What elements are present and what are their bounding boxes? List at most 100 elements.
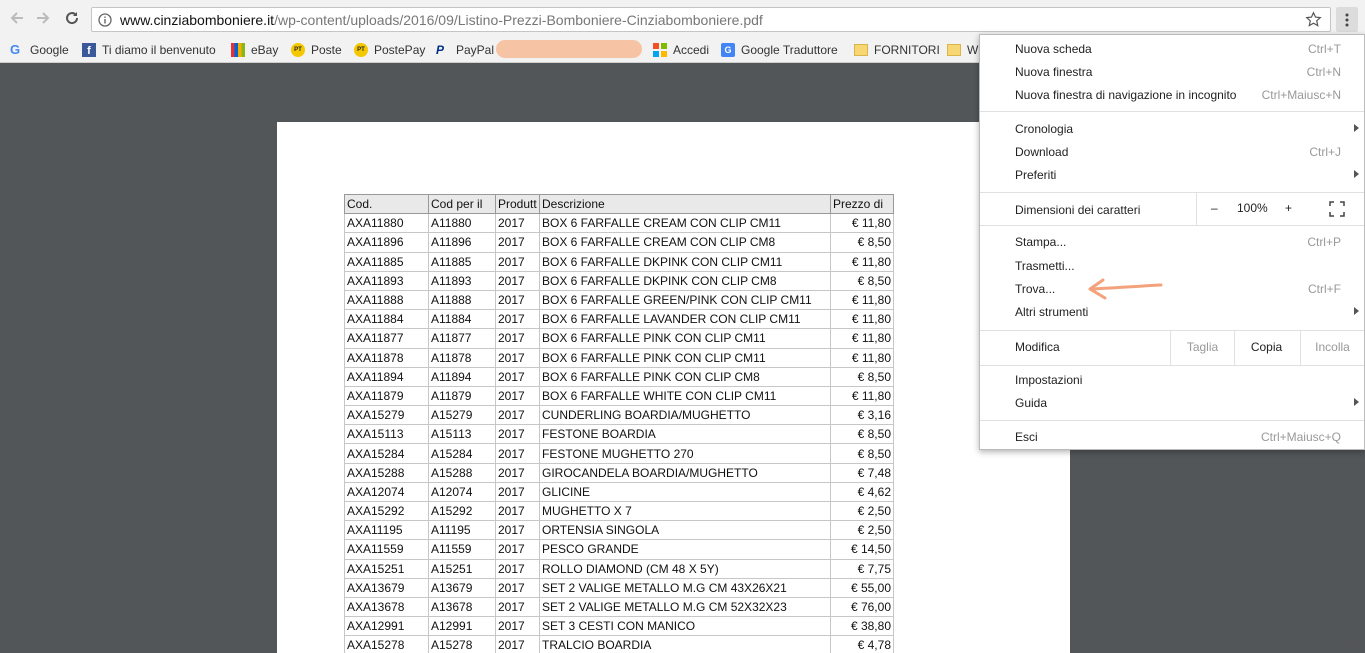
cell-descrizione: SET 2 VALIGE METALLO M.G CM 52X32X23 — [539, 596, 831, 618]
cell-descrizione: BOX 6 FARFALLE CREAM CON CLIP CM11 — [539, 213, 831, 234]
cell-cod-per-il: A13678 — [428, 596, 496, 618]
bookmark-facebook[interactable]: f Ti diamo il benvenuto — [82, 40, 216, 60]
menu-shortcut: Ctrl+T — [1308, 42, 1341, 56]
url-text: www.cinziabomboniere.it/wp-content/uploa… — [120, 12, 763, 28]
price-list-table: Cod. Cod per il Produtt Descrizione Prez… — [344, 193, 894, 653]
cell-descrizione: MUGHETTO X 7 — [539, 500, 831, 522]
cell-prezzo: € 2,50 — [830, 520, 894, 541]
bookmark-label: Ti diamo il benvenuto — [102, 43, 216, 57]
cell-descrizione: BOX 6 FARFALLE LAVANDER CON CLIP CM11 — [539, 309, 831, 330]
menu-separator — [980, 111, 1364, 112]
bookmark-label: eBay — [251, 43, 279, 57]
menu-item-altri-strumenti[interactable]: Altri strumenti — [980, 301, 1364, 324]
menu-separator — [980, 225, 1364, 226]
cell-descrizione: BOX 6 FARFALLE DKPINK CON CLIP CM11 — [539, 251, 831, 272]
cell-cod-per-il: A11877 — [428, 328, 496, 349]
submenu-arrow-icon — [1354, 170, 1359, 178]
fullscreen-icon[interactable] — [1329, 201, 1345, 217]
reload-button[interactable] — [62, 8, 82, 28]
cell-produtt: 2017 — [495, 385, 540, 407]
table-row: AXA11879 A11879 2017 BOX 6 FARFALLE WHITE C… — [344, 385, 894, 407]
cell-prezzo: € 76,00 — [830, 596, 894, 618]
table-row: AXA11896 A11896 2017 BOX 6 FARFALLE CREAM C… — [344, 232, 894, 253]
bookmark-google[interactable]: G Google — [10, 40, 69, 60]
menu-item-nuova-finestra[interactable]: Nuova finestra Ctrl+N — [980, 61, 1364, 84]
cell-cod-per-il: A15113 — [428, 424, 496, 445]
poste-icon: PT — [291, 43, 305, 57]
menu-item-download[interactable]: Download Ctrl+J — [980, 141, 1364, 164]
menu-label: Preferiti — [1015, 168, 1057, 182]
zoom-out-button[interactable]: – — [1211, 201, 1218, 215]
menu-item-cronologia[interactable]: Cronologia — [980, 118, 1364, 141]
menu-item-impostazioni[interactable]: Impostazioni — [980, 369, 1364, 392]
cell-cod: AXA11195 — [344, 520, 429, 541]
bookmark-label: Accedi — [673, 43, 710, 57]
cell-cod-per-il: A15279 — [428, 405, 496, 426]
cell-prezzo: € 8,50 — [830, 424, 894, 445]
zoom-in-button[interactable]: + — [1285, 201, 1292, 215]
menu-item-trasmetti[interactable]: Trasmetti... — [980, 255, 1364, 278]
menu-label: Nuova scheda — [1015, 42, 1092, 56]
cell-cod-per-il: A15292 — [428, 500, 496, 522]
cell-cod: AXA15292 — [344, 500, 429, 522]
menu-label: Altri strumenti — [1015, 305, 1089, 319]
back-button[interactable] — [7, 8, 27, 28]
cell-descrizione: PESCO GRANDE — [539, 539, 831, 560]
cell-prezzo: € 11,80 — [830, 385, 894, 407]
star-icon[interactable] — [1305, 11, 1322, 28]
bookmark-folder-w[interactable]: W — [947, 40, 978, 60]
paste-button[interactable]: Incolla — [1300, 331, 1364, 365]
menu-label: Nuova finestra di navigazione in incogni… — [1015, 88, 1237, 102]
menu-item-trova[interactable]: Trova... Ctrl+F — [980, 278, 1364, 301]
copy-button[interactable]: Copia — [1234, 331, 1298, 365]
menu-item-preferiti[interactable]: Preferiti — [980, 164, 1364, 187]
bookmark-ebay[interactable]: eBay — [231, 40, 278, 60]
bookmark-poste[interactable]: PT Poste — [291, 40, 342, 60]
chrome-menu-button[interactable] — [1336, 7, 1358, 32]
cell-produtt: 2017 — [495, 462, 540, 483]
menu-item-guida[interactable]: Guida — [980, 392, 1364, 415]
menu-item-stampa[interactable]: Stampa... Ctrl+P — [980, 231, 1364, 254]
cell-cod: AXA15278 — [344, 635, 429, 653]
table-row: AXA13678 A13678 2017 SET 2 VALIGE METALLO M… — [344, 596, 894, 618]
menu-item-nuova-scheda[interactable]: Nuova scheda Ctrl+T — [980, 38, 1364, 61]
cut-button[interactable]: Taglia — [1170, 331, 1234, 365]
menu-separator — [980, 365, 1364, 366]
reload-icon — [66, 12, 79, 25]
bookmark-label: PayPal — [456, 43, 495, 57]
bookmark-paypal[interactable]: P PayPal — [436, 40, 494, 60]
cell-descrizione: SET 2 VALIGE METALLO M.G CM 43X26X21 — [539, 577, 831, 598]
cell-prezzo: € 11,80 — [830, 251, 894, 272]
bookmark-google-translate[interactable]: G Google Traduttore — [721, 40, 838, 60]
menu-shortcut: Ctrl+F — [1308, 282, 1341, 296]
forward-button[interactable] — [33, 8, 53, 28]
pdf-page: Cod. Cod per il Produtt Descrizione Prez… — [277, 122, 1070, 653]
cell-prezzo: € 38,80 — [830, 616, 894, 637]
cell-prezzo: € 8,50 — [830, 443, 894, 464]
cell-produtt: 2017 — [495, 232, 540, 253]
menu-label: Dimensioni dei caratteri — [1015, 203, 1141, 217]
menu-item-incognito[interactable]: Nuova finestra di navigazione in incogni… — [980, 84, 1364, 107]
folder-icon — [947, 44, 961, 56]
bookmark-folder-fornitori[interactable]: FORNITORI — [854, 40, 940, 60]
cell-cod: AXA13679 — [344, 577, 429, 598]
cell-produtt: 2017 — [495, 596, 540, 618]
cell-cod-per-il: A11195 — [428, 520, 496, 541]
menu-item-esci[interactable]: Esci Ctrl+Maiusc+Q — [980, 426, 1364, 449]
table-row: AXA11885 A11885 2017 BOX 6 FARFALLE DKPINK … — [344, 251, 894, 272]
cell-descrizione: CUNDERLING BOARDIA/MUGHETTO — [539, 405, 831, 426]
cell-produtt: 2017 — [495, 558, 540, 579]
bookmark-label: Google Traduttore — [741, 43, 838, 57]
table-row: AXA11894 A11894 2017 BOX 6 FARFALLE PINK CO… — [344, 366, 894, 387]
cell-descrizione: BOX 6 FARFALLE DKPINK CON CLIP CM8 — [539, 270, 831, 291]
menu-label: Guida — [1015, 396, 1048, 410]
cell-cod: AXA11559 — [344, 539, 429, 560]
bookmark-accedi[interactable]: Accedi — [653, 40, 709, 60]
translate-icon: G — [721, 43, 735, 57]
address-bar[interactable]: www.cinziabomboniere.it/wp-content/uploa… — [91, 7, 1331, 32]
cell-cod: AXA11893 — [344, 270, 429, 291]
scroll-down-arrow-icon[interactable] — [1354, 640, 1362, 645]
info-icon[interactable] — [98, 13, 112, 27]
ebay-icon — [231, 43, 245, 57]
bookmark-postepay[interactable]: PT PostePay — [354, 40, 425, 60]
